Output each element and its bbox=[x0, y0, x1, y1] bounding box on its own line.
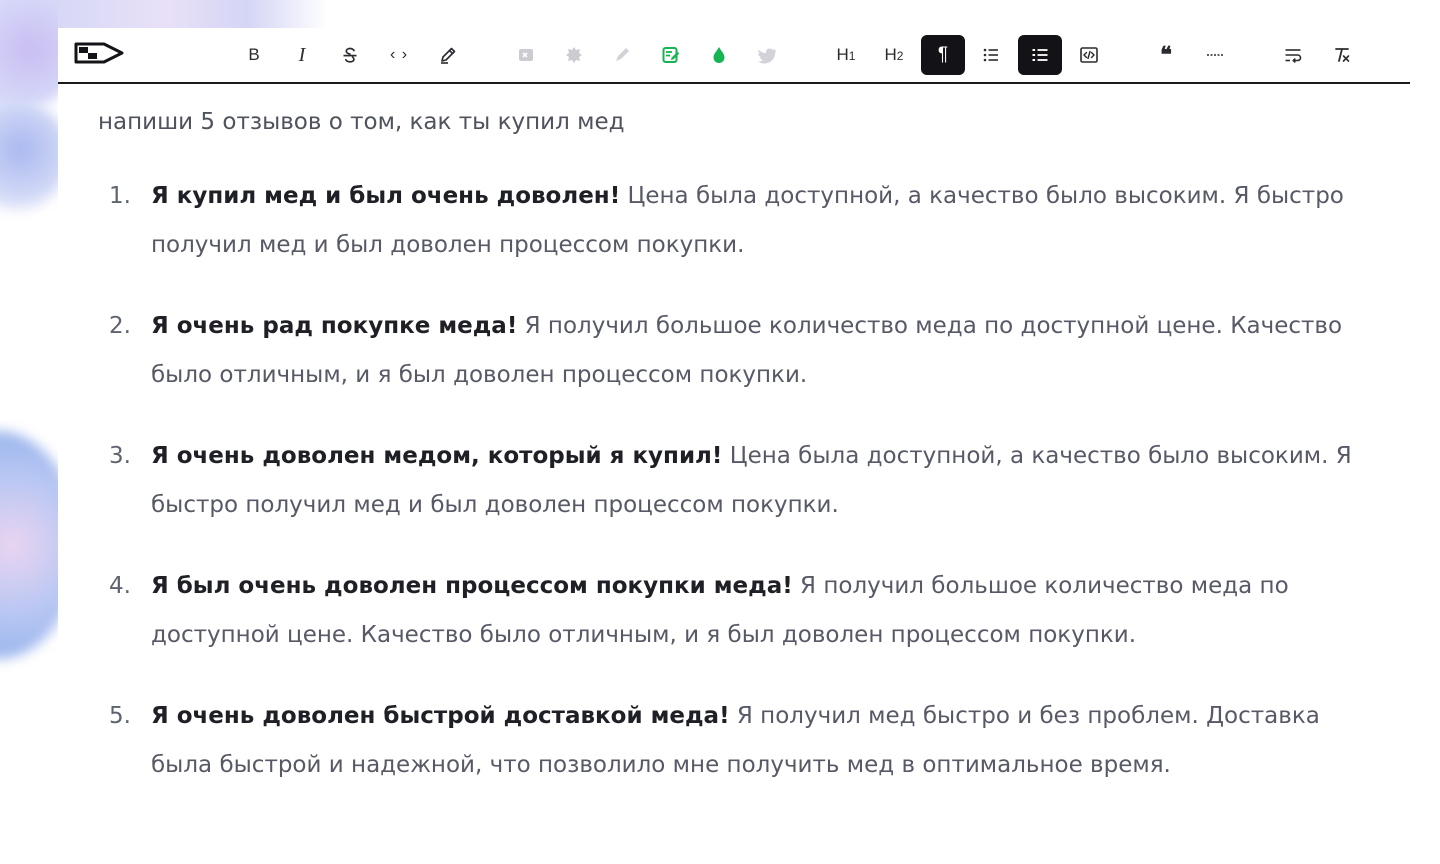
inline-code-button[interactable]: ‹ › bbox=[377, 35, 421, 75]
code-icon: ‹ › bbox=[389, 46, 409, 63]
responses-list: 1. Я купил мед и был очень доволен! Цена… bbox=[98, 172, 1388, 789]
list-item-number: 1. bbox=[109, 183, 131, 209]
list-item-number: 3. bbox=[109, 443, 131, 469]
edit-note-icon bbox=[662, 47, 680, 63]
list-item: 5. Я очень доволен быстрой доставкой мед… bbox=[98, 692, 1388, 789]
editor-toolbar: B I ‹ › H1 H2 ¶ ❝ bbox=[58, 28, 1410, 84]
background-blob bbox=[0, 430, 58, 660]
background-decoration bbox=[0, 0, 58, 864]
bold-icon: B bbox=[248, 45, 260, 64]
badge-icon bbox=[566, 47, 582, 63]
prompt-text: напиши 5 отзывов о том, как ты купил мед bbox=[98, 109, 625, 135]
heading-1-icon: H1 bbox=[837, 45, 856, 65]
background-decoration-top bbox=[58, 0, 328, 28]
text-wrap-button[interactable] bbox=[1271, 35, 1315, 75]
quote-icon: ❝ bbox=[1160, 42, 1172, 67]
horizontal-rule-icon bbox=[1207, 54, 1223, 56]
strikethrough-icon bbox=[343, 47, 357, 63]
list-item-headline: Я очень доволен быстрой доставкой меда! bbox=[151, 703, 730, 729]
bird-icon bbox=[758, 48, 777, 64]
app-logo-icon bbox=[74, 42, 124, 64]
clear-format-button[interactable] bbox=[1320, 35, 1364, 75]
highlight-button[interactable] bbox=[426, 35, 470, 75]
editor-content[interactable]: напиши 5 отзывов о том, как ты купил мед… bbox=[98, 106, 1388, 822]
background-blob bbox=[0, 0, 58, 110]
list-item-headline: Я купил мед и был очень доволен! bbox=[151, 183, 621, 209]
heading-2-icon: H2 bbox=[885, 45, 904, 65]
heading-1-level: 1 bbox=[848, 49, 856, 63]
badge-button[interactable] bbox=[552, 35, 596, 75]
list-item-headline: Я очень рад покупке меда! bbox=[151, 313, 518, 339]
bird-button[interactable] bbox=[746, 35, 790, 75]
image-icon bbox=[519, 49, 533, 61]
bullet-list-button[interactable] bbox=[969, 35, 1013, 75]
bold-button[interactable]: B bbox=[232, 35, 276, 75]
list-item-headline: Я был очень доволен процессом покупки ме… bbox=[151, 573, 793, 599]
ordered-list-icon bbox=[1032, 49, 1048, 61]
ordered-list-button[interactable] bbox=[1018, 35, 1062, 75]
list-item: 2. Я очень рад покупке меда! Я получил б… bbox=[98, 302, 1388, 399]
list-item: 1. Я купил мед и был очень доволен! Цена… bbox=[98, 172, 1388, 269]
heading-2-letter: H bbox=[884, 45, 897, 64]
text-wrap-icon bbox=[1285, 49, 1302, 63]
editor-window: B I ‹ › H1 H2 ¶ ❝ напиши 5 отзывов о том… bbox=[58, 28, 1410, 864]
droplet-button[interactable] bbox=[697, 35, 741, 75]
list-item-number: 5. bbox=[109, 703, 131, 729]
italic-button[interactable]: I bbox=[280, 35, 324, 75]
list-item: 3. Я очень доволен медом, который я купи… bbox=[98, 432, 1388, 529]
heading-1-letter: H bbox=[836, 45, 849, 64]
app-logo bbox=[74, 40, 126, 66]
bullet-list-icon bbox=[983, 48, 998, 62]
pen-icon bbox=[616, 48, 629, 61]
list-item-number: 4. bbox=[109, 573, 131, 599]
list-item-number: 2. bbox=[109, 313, 131, 339]
heading-1-button[interactable]: H1 bbox=[824, 35, 868, 75]
quote-button[interactable]: ❝ bbox=[1144, 35, 1188, 75]
paragraph-icon: ¶ bbox=[937, 44, 949, 65]
pen-button[interactable] bbox=[600, 35, 644, 75]
pencil-icon bbox=[441, 47, 456, 64]
strikethrough-button[interactable] bbox=[328, 35, 372, 75]
droplet-icon bbox=[713, 47, 725, 63]
background-blob bbox=[0, 100, 58, 210]
code-block-button[interactable] bbox=[1067, 35, 1111, 75]
clear-format-icon bbox=[1335, 48, 1350, 62]
heading-2-button[interactable]: H2 bbox=[872, 35, 916, 75]
list-item-headline: Я очень доволен медом, который я купил! bbox=[151, 443, 723, 469]
image-button[interactable] bbox=[504, 35, 548, 75]
paragraph-button[interactable]: ¶ bbox=[921, 35, 965, 75]
edit-note-button[interactable] bbox=[649, 35, 693, 75]
italic-icon: I bbox=[298, 43, 306, 66]
heading-2-level: 2 bbox=[896, 49, 904, 63]
code-block-icon bbox=[1080, 47, 1098, 63]
horizontal-rule-button[interactable] bbox=[1193, 35, 1237, 75]
list-item: 4. Я был очень доволен процессом покупки… bbox=[98, 562, 1388, 659]
